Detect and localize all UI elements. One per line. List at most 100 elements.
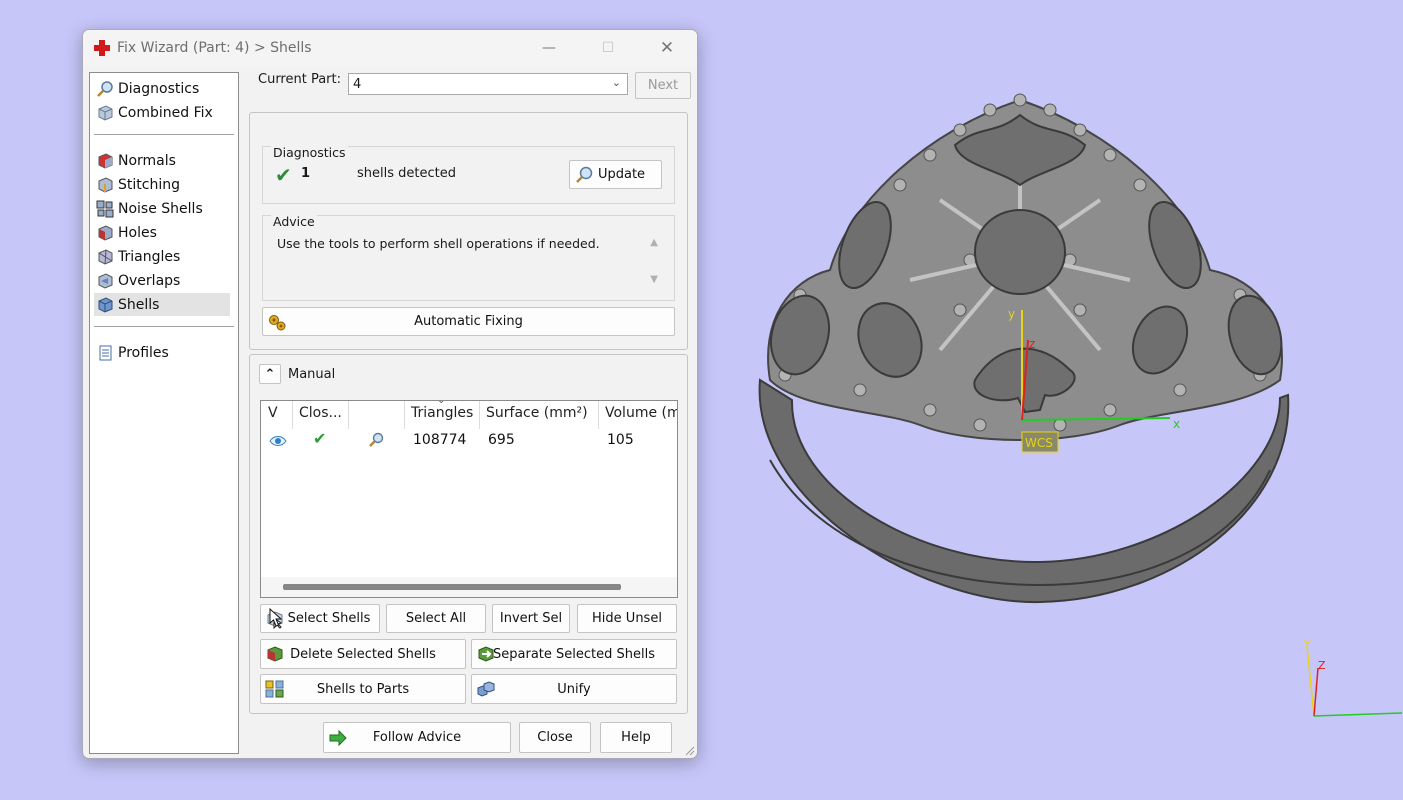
shell-count: 1: [301, 166, 311, 181]
nav-item-shells[interactable]: Shells: [94, 293, 230, 316]
nav-label: Diagnostics: [118, 80, 200, 97]
select-shells-label: Select Shells: [287, 611, 371, 626]
fix-wizard-dialog: Fix Wizard (Part: 4) > Shells — ☐ ✕ Diag…: [82, 29, 698, 759]
wcs-axis-z-label: z: [1029, 337, 1035, 351]
closed-check-icon: ✔: [313, 429, 327, 448]
diagnostics-group: Diagnostics ✔ 1 shells detected Update: [262, 145, 675, 204]
current-part-label: Current Part:: [258, 72, 342, 87]
automatic-fixing-button[interactable]: Automatic Fixing: [262, 307, 675, 336]
help-button[interactable]: Help: [600, 722, 672, 753]
column-header-closed[interactable]: Clos...: [299, 405, 342, 421]
column-header-triangles[interactable]: Triangles: [411, 405, 473, 421]
nav-label: Holes: [118, 224, 157, 241]
collapse-manual-button[interactable]: ⌃: [259, 364, 281, 384]
column-divider: [479, 401, 480, 429]
scroll-down-icon[interactable]: ▼: [650, 274, 658, 285]
shells-to-parts-button[interactable]: Shells to Parts: [260, 674, 466, 704]
update-button[interactable]: Update: [569, 160, 662, 189]
minimize-button[interactable]: —: [529, 36, 569, 60]
nav-label: Stitching: [118, 176, 180, 193]
unify-button[interactable]: Unify: [471, 674, 677, 704]
overlaps-cube-icon: [98, 272, 113, 289]
nav-divider: [94, 326, 234, 327]
shells-to-parts-icon: [265, 680, 284, 698]
shells-cube-icon: [98, 296, 113, 313]
maximize-button[interactable]: ☐: [588, 36, 628, 60]
nav-item-overlaps[interactable]: Overlaps: [94, 269, 230, 292]
nav-item-triangles[interactable]: Triangles: [94, 245, 230, 268]
column-divider: [598, 401, 599, 429]
eye-icon[interactable]: [269, 435, 287, 447]
nav-item-diagnostics[interactable]: Diagnostics: [94, 77, 230, 100]
select-all-button[interactable]: Select All: [386, 604, 486, 633]
nav-item-normals[interactable]: Normals: [94, 149, 230, 172]
arrow-right-icon: [329, 729, 347, 746]
ring-model[interactable]: WCS x y z: [740, 80, 1300, 620]
wcs-axis-x-label: x: [1173, 417, 1180, 431]
check-icon: ✔: [275, 163, 292, 187]
column-divider: [404, 401, 405, 429]
close-button[interactable]: Close: [519, 722, 591, 753]
cell-triangles: 108774: [413, 432, 467, 448]
next-button[interactable]: Next: [635, 72, 691, 99]
cell-volume: 105: [607, 432, 634, 448]
hide-unsel-button[interactable]: Hide Unsel: [577, 604, 677, 633]
nav-item-combined-fix[interactable]: Combined Fix: [94, 101, 230, 124]
manual-label: Manual: [288, 367, 336, 382]
invert-sel-button[interactable]: Invert Sel: [492, 604, 570, 633]
current-part-select[interactable]: 4 ⌄: [348, 73, 628, 95]
scrollbar-thumb[interactable]: [283, 584, 621, 590]
cell-surface: 695: [488, 432, 515, 448]
column-header-volume[interactable]: Volume (m: [605, 405, 677, 421]
separate-selected-shells-label: Separate Selected Shells: [493, 646, 655, 662]
close-window-button[interactable]: ✕: [647, 36, 687, 60]
chevron-down-icon: ⌄: [611, 76, 621, 89]
wizard-nav: Diagnostics Combined Fix Normals Stitchi…: [89, 72, 239, 754]
advice-title: Advice: [271, 214, 317, 229]
horizontal-scrollbar[interactable]: [261, 577, 677, 597]
nav-item-noise-shells[interactable]: Noise Shells: [94, 197, 230, 220]
shells-table[interactable]: V Clos... ⌄ Triangles Surface (mm²) Volu…: [260, 400, 678, 598]
document-icon: [99, 345, 112, 360]
zoom-to-shell-icon[interactable]: [367, 431, 385, 449]
triangles-cube-icon: [98, 248, 113, 265]
resize-grip-icon[interactable]: [683, 744, 695, 756]
diagnostics-title: Diagnostics: [271, 145, 348, 160]
red-cross-icon: [94, 40, 110, 56]
delete-selected-shells-button[interactable]: Delete Selected Shells: [260, 639, 466, 669]
nav-divider: [94, 134, 234, 135]
separate-shells-icon: [478, 646, 494, 662]
separate-selected-shells-button[interactable]: Separate Selected Shells: [471, 639, 677, 669]
nav-label: Noise Shells: [118, 200, 203, 217]
stitching-cube-icon: [98, 176, 113, 193]
magnifier-icon: [576, 166, 593, 183]
scroll-up-icon[interactable]: ▲: [650, 237, 658, 248]
triad-y-label: Y: [1303, 638, 1311, 651]
delete-shells-icon: [267, 646, 283, 662]
nav-label: Normals: [118, 152, 176, 169]
holes-cube-icon: [98, 224, 113, 241]
triad-z-label: Z: [1318, 659, 1326, 672]
window-title: Fix Wizard (Part: 4) > Shells: [117, 40, 312, 56]
column-header-visible[interactable]: V: [268, 405, 278, 421]
nav-label: Profiles: [118, 344, 169, 361]
magnifier-icon: [97, 80, 113, 97]
update-label: Update: [597, 167, 646, 182]
cube-icon: [98, 104, 113, 121]
unify-icon: [477, 681, 495, 697]
column-divider: [292, 401, 293, 429]
mouse-cursor-icon: [269, 608, 283, 627]
title-bar[interactable]: Fix Wizard (Part: 4) > Shells — ☐ ✕: [83, 30, 697, 66]
advice-group: Advice Use the tools to perform shell op…: [262, 214, 675, 301]
column-header-surface[interactable]: Surface (mm²): [486, 405, 588, 421]
nav-item-profiles[interactable]: Profiles: [94, 341, 230, 364]
gears-icon: [269, 314, 286, 330]
nav-item-stitching[interactable]: Stitching: [94, 173, 230, 196]
nav-item-holes[interactable]: Holes: [94, 221, 230, 244]
current-part-value: 4: [353, 77, 362, 92]
diagnostics-panel: Diagnostics ✔ 1 shells detected Update A…: [249, 112, 688, 350]
column-divider: [348, 401, 349, 429]
nav-label: Combined Fix: [118, 104, 213, 121]
follow-advice-button[interactable]: Follow Advice: [323, 722, 511, 753]
noise-shells-icon: [96, 200, 114, 217]
